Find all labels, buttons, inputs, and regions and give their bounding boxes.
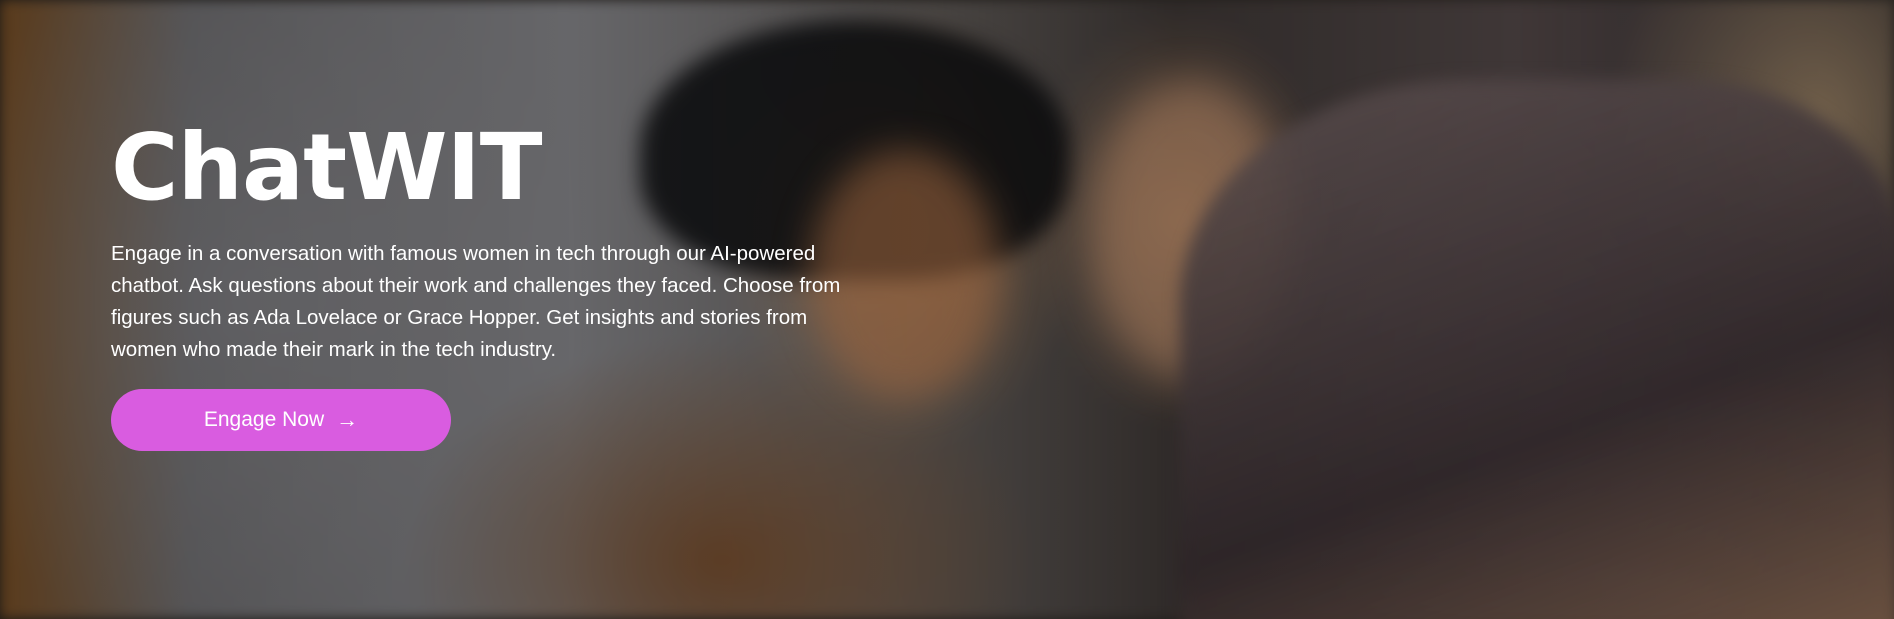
hero-section: ChatWIT Engage in a conversation with fa… (0, 0, 1894, 619)
hero-description: Engage in a conversation with famous wom… (111, 242, 841, 361)
page-title: ChatWIT (111, 114, 543, 221)
engage-now-button[interactable]: Engage Now → (111, 389, 451, 451)
hero-content: ChatWIT Engage in a conversation with fa… (111, 118, 871, 451)
arrow-right-icon: → (336, 407, 359, 432)
engage-now-label: Engage Now (203, 408, 325, 431)
